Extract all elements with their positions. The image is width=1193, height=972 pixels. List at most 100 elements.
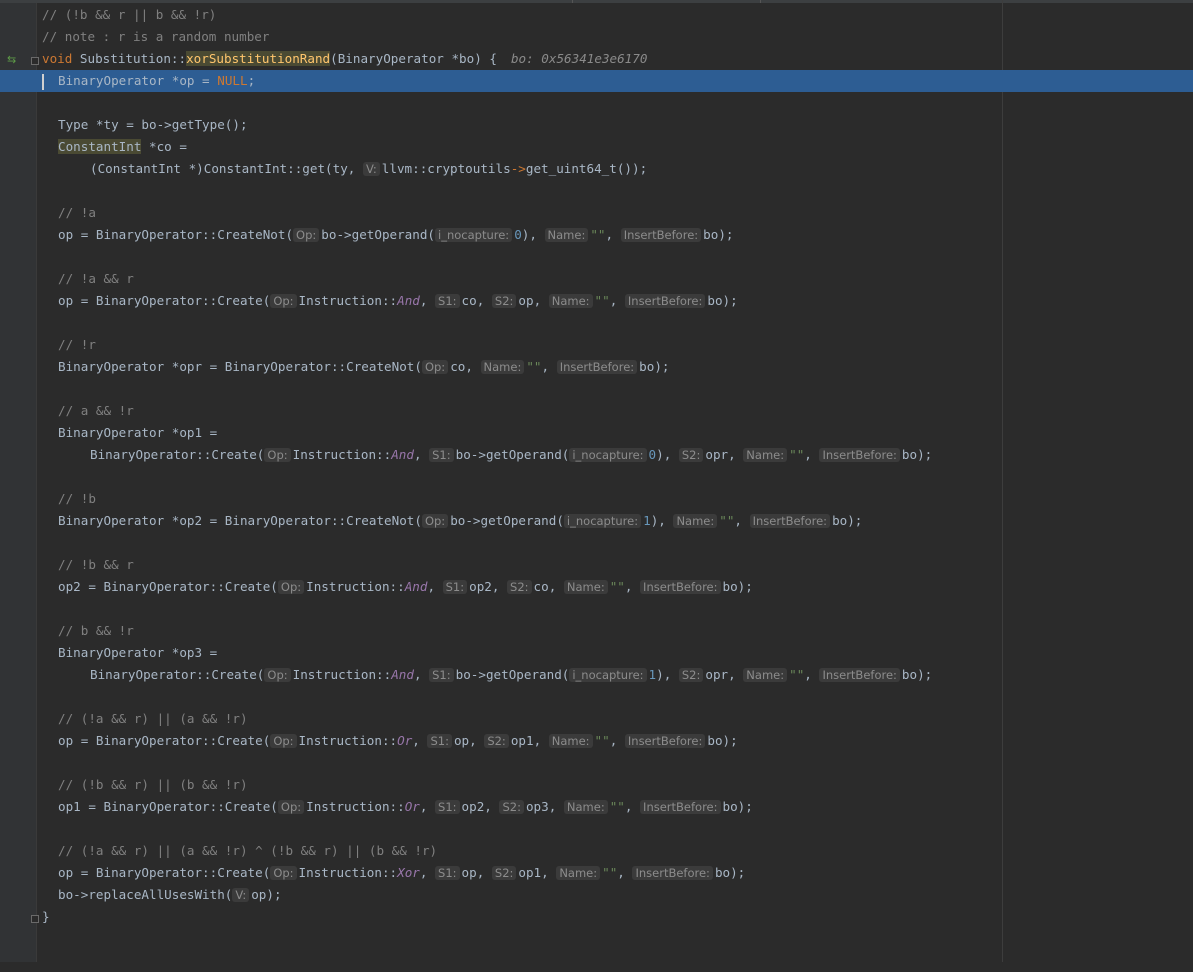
code-text: opr (705, 447, 729, 462)
code-line[interactable]: BinaryOperator::Create(Op: Instruction::A… (0, 664, 1193, 686)
code-text: , (804, 667, 820, 682)
code-line[interactable]: // (!a && r) || (a && !r) ^ (!b && r) ||… (0, 840, 1193, 862)
code-text: , (412, 733, 428, 748)
code-line[interactable]: // !b && r (0, 554, 1193, 576)
code-line[interactable]: } (0, 906, 1193, 928)
code-operator: -> (510, 161, 526, 176)
string-literal: "" (789, 667, 805, 682)
code-text: op1 (518, 865, 542, 880)
param-hint: Op: (270, 294, 297, 308)
comment: // (!b && r) || (b && !r) (58, 777, 248, 792)
code-text: ), (521, 227, 545, 242)
comment: // a && !r (58, 403, 134, 418)
comment: // note : r is a random number (42, 29, 270, 44)
number-literal: 1 (643, 513, 651, 528)
code-text: bo); (707, 293, 738, 308)
code-line[interactable]: op = BinaryOperator::Create(Op: Instructi… (0, 862, 1193, 884)
execution-line[interactable]: BinaryOperator *op = NULL; (0, 70, 1193, 92)
param-hint: Name: (743, 668, 788, 682)
string-literal: "" (594, 733, 610, 748)
code-text: op = BinaryOperator::Create( (58, 865, 271, 880)
code-line[interactable]: // !b (0, 488, 1193, 510)
code-line[interactable]: // !r (0, 334, 1193, 356)
code-text: BinaryOperator *op1 = (58, 425, 218, 440)
code-text: co (461, 293, 477, 308)
code-text: , (469, 733, 485, 748)
code-line[interactable]: bo->replaceAllUsesWith(V: op); (0, 884, 1193, 906)
param-hint: S1: (429, 668, 454, 682)
code-line[interactable]: // (!a && r) || (a && !r) (0, 708, 1193, 730)
code-line[interactable]: BinaryOperator *op2 = BinaryOperator::Cr… (0, 510, 1193, 532)
function-params: (BinaryOperator *bo) { (330, 51, 497, 66)
code-line[interactable]: op2 = BinaryOperator::Create(Op: Instruct… (0, 576, 1193, 598)
enum-value: Or (397, 733, 413, 748)
code-text: , (548, 799, 564, 814)
code-text: , (476, 293, 492, 308)
function-signature-line[interactable]: void Substitution::xorSubstitutionRand(B… (0, 48, 1193, 70)
code-line[interactable]: op = BinaryOperator::CreateNot(Op: bo->ge… (0, 224, 1193, 246)
code-text: op1 (510, 733, 534, 748)
code-line[interactable]: op = BinaryOperator::Create(Op: Instructi… (0, 290, 1193, 312)
comment: // !a && r (58, 271, 134, 286)
code-text: op (453, 733, 470, 748)
code-line[interactable]: // note : r is a random number (0, 26, 1193, 48)
code-text: Type *ty = bo->getType(); (58, 117, 248, 132)
comment: // b && !r (58, 623, 134, 638)
code-text: , (419, 293, 436, 308)
code-text: bo); (722, 579, 753, 594)
code-text: bo->getOperand( (321, 227, 436, 242)
code-text: , (548, 579, 564, 594)
code-text: , (465, 359, 481, 374)
param-hint: S2: (678, 668, 704, 682)
code-text: op2 (469, 579, 492, 594)
enum-value: Or (404, 799, 420, 814)
code-line[interactable]: BinaryOperator::Create(Op: Instruction::A… (0, 444, 1193, 466)
code-line[interactable]: op1 = BinaryOperator::Create(Op: Instruct… (0, 796, 1193, 818)
code-text: BinaryOperator *op2 = BinaryOperator::Cr… (58, 513, 422, 528)
param-hint: InsertBefore: (819, 448, 900, 462)
comment: // (!b && r || b && !r) (42, 7, 217, 22)
param-hint: Op: (421, 360, 449, 374)
code-line[interactable]: // (!b && r) || (b && !r) (0, 774, 1193, 796)
enum-value: And (391, 667, 414, 682)
param-hint: S2: (491, 866, 517, 880)
code-text: op1 = BinaryOperator::Create( (58, 799, 278, 814)
code-line[interactable]: Type *ty = bo->getType(); (0, 114, 1193, 136)
code-text: , (804, 447, 820, 462)
code-line[interactable]: // !a (0, 202, 1193, 224)
code-line[interactable]: // !a && r (0, 268, 1193, 290)
param-hint: S2: (499, 800, 524, 814)
code-text: , (484, 799, 500, 814)
code-text: op3 (525, 799, 549, 814)
code-line[interactable]: op = BinaryOperator::Create(Op: Instructi… (0, 730, 1193, 752)
code-text: , (541, 865, 557, 880)
param-hint: InsertBefore: (749, 514, 831, 528)
param-hint: Op: (277, 800, 305, 814)
code-text: Instruction:: (292, 667, 392, 682)
code-text: op (518, 293, 534, 308)
code-text: bo); (714, 865, 746, 880)
code-text: bo); (707, 733, 738, 748)
code-line[interactable]: // a && !r (0, 400, 1193, 422)
param-hint: InsertBefore: (624, 734, 706, 748)
code-line[interactable]: (ConstantInt *)ConstantInt::get(ty, V: ll… (0, 158, 1193, 180)
param-hint: Name: (563, 800, 608, 814)
code-text: llvm::cryptoutils (381, 161, 511, 176)
code-text: bo->getOperand( (455, 447, 570, 462)
enum-value: And (391, 447, 414, 462)
param-hint: S1: (429, 448, 454, 462)
code-line[interactable]: ConstantInt *co = (0, 136, 1193, 158)
code-line[interactable]: BinaryOperator *opr = BinaryOperator::Cr… (0, 356, 1193, 378)
param-hint: Op: (421, 514, 449, 528)
code-line[interactable]: BinaryOperator *op1 = (0, 422, 1193, 444)
code-line[interactable]: BinaryOperator *op3 = (0, 642, 1193, 664)
code-text: BinaryOperator *op3 = (58, 645, 218, 660)
code-line[interactable]: // b && !r (0, 620, 1193, 642)
class-scope: Substitution:: (72, 51, 187, 66)
debug-inline-value: bo: 0x56341e3e6170 (510, 51, 648, 66)
function-name[interactable]: xorSubstitutionRand (186, 51, 331, 66)
tab-divider (572, 0, 573, 3)
code-text: } (42, 909, 50, 924)
code-line[interactable]: // (!b && r || b && !r) (0, 4, 1193, 26)
code-text: bo); (901, 447, 933, 462)
